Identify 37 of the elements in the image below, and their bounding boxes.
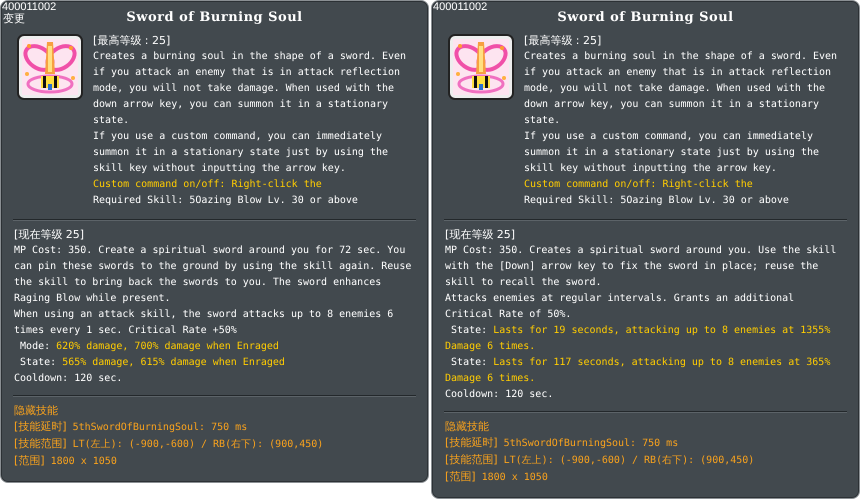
hidden-skill-heading: 隐藏技能 bbox=[445, 419, 490, 435]
skill-id: 400011002 bbox=[2, 1, 56, 13]
effect-text: State: Lasts for 117 seconds, attacking up to 8 enemies at 365% Damage 6 times. bbox=[445, 356, 832, 386]
description-text: If you use a custom command, you can immediately summon it in a stationary state just by using the skill key without inputting the arrow key. bbox=[93, 130, 390, 176]
skill-title: Sword of Burning Soul bbox=[557, 10, 734, 26]
description-text: Custom command on/off: Right-click the bbox=[524, 178, 754, 192]
hidden-info-text: [范围] 1800 x 1050 bbox=[14, 453, 118, 469]
hidden-info-text: [技能延时] 5thSwordOfBurningSoul: 750 ms bbox=[14, 419, 248, 435]
skill-emblem-icon bbox=[17, 34, 83, 100]
effect-text: Cooldown: 120 sec. bbox=[445, 388, 554, 402]
hidden-info-text: [范围] 1800 x 1050 bbox=[445, 469, 549, 485]
hidden-info-text: [技能延时] 5thSwordOfBurningSoul: 750 ms bbox=[445, 435, 680, 451]
effect-text: State: Lasts for 19 seconds, attacking up to 8 enemies at 1355% Damage 6 times. bbox=[445, 324, 832, 354]
effect-text: When using an attack skill, the sword attacks up to 8 enemies 6 times every 1 sec. Critical Rate +50% bbox=[14, 308, 394, 338]
effect-text: MP Cost: 350. Create a spiritual sword around you for 72 sec. You can pin these swords to the ground by using the skill again. Reuse the skill to bring back the swords to you. The sword enhances Raging Blow while present. bbox=[14, 244, 412, 306]
max-level-text: [最高等级 : 25] bbox=[93, 33, 172, 49]
effect-text: State: 565% damage, 615% damage when Enraged bbox=[19, 356, 286, 370]
description-text: Required Skill: 5Oazing Blow Lv. 30 or above bbox=[93, 194, 359, 208]
hidden-skill-heading: 隐藏技能 bbox=[14, 403, 59, 419]
description-text: Custom command on/off: Right-click the bbox=[93, 178, 323, 192]
description-text: Creates a burning soul in the shape of a sword. Even if you attack an enemy that is in attack reflection mode, you will not take damage. When used with the down arrow key, you can summon it in a stationary state. bbox=[93, 50, 408, 128]
description-text: If you use a custom command, you can immediately summon it in a stationary state just by using the skill key without inputting the arrow key. bbox=[524, 130, 820, 176]
current-level-text: [现在等级 25] bbox=[14, 227, 86, 243]
effect-text: MP Cost: 350. Creates a spiritual sword around you. Use the skill with the [Down] arrow key to fix the sword in place; reuse the skill to recall the sword. bbox=[445, 244, 838, 290]
skill-emblem-icon bbox=[448, 34, 514, 100]
hidden-info-text: [技能范围] LT(左上): (-900,-600) / RB(右下): (900,450) bbox=[445, 452, 756, 468]
max-level-text: [最高等级 : 25] bbox=[524, 33, 602, 49]
skill-id: 400011002 bbox=[433, 1, 488, 13]
effect-text: Cooldown: 120 sec. bbox=[14, 372, 124, 386]
effect-text: Mode: 620% damage, 700% damage when Enraged bbox=[19, 340, 280, 354]
description-text: Creates a burning soul in the shape of a sword. Even if you attack an enemy that is in attack reflection mode, you will not take damage. When used with the down arrow key, you can summon it in a stationary state. bbox=[524, 50, 838, 128]
skill-title: Sword of Burning Soul bbox=[126, 10, 303, 26]
hidden-info-text: [技能范围] LT(左上): (-900,-600) / RB(右下): (900,450) bbox=[14, 436, 324, 452]
changed-tag: 变更 bbox=[3, 12, 25, 25]
effect-text: Attacks enemies at regular intervals. Grants an additional Critical Rate of 50%. bbox=[445, 292, 796, 322]
current-level-text: [现在等级 25] bbox=[445, 227, 516, 243]
description-text: Required Skill: 5Oazing Blow Lv. 30 or above bbox=[524, 194, 790, 208]
